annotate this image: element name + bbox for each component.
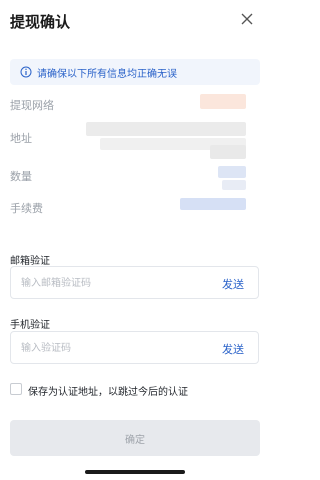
phone-verification-label: 手机验证 (10, 320, 50, 331)
address-value-blurred (86, 122, 246, 136)
phone-send-button[interactable]: 发送 (222, 341, 244, 357)
fee-label: 手续费 (10, 202, 43, 215)
save-address-label[interactable]: 保存为认证地址，以跳过今后的认证 (28, 383, 188, 398)
info-notice: 请确保以下所有信息均正确无误 (10, 59, 260, 85)
network-value-blurred (200, 94, 246, 109)
confirm-button-label: 确定 (125, 435, 145, 446)
phone-code-field: 发送 (10, 331, 259, 364)
withdraw-confirm-dialog: 提现确认 请确保以下所有信息均正确无误 提现网络 地址 数量 手续费 邮箱验证 … (0, 0, 270, 480)
info-icon (20, 66, 32, 78)
email-code-input[interactable] (21, 275, 201, 291)
notice-text: 请确保以下所有信息均正确无误 (37, 69, 177, 80)
amount-label: 数量 (10, 170, 32, 183)
email-send-button[interactable]: 发送 (222, 276, 244, 292)
confirm-button[interactable]: 确定 (10, 420, 260, 456)
save-address-checkbox[interactable] (10, 383, 22, 395)
fee-value-blurred (180, 198, 246, 210)
amount-value-blurred (218, 166, 246, 178)
amount-value-blurred-line2 (222, 180, 246, 190)
address-label: 地址 (10, 132, 32, 145)
close-icon[interactable] (240, 12, 254, 26)
address-value-blurred-line3 (210, 145, 246, 159)
network-label: 提现网络 (10, 99, 54, 112)
email-code-field: 发送 (10, 266, 259, 299)
phone-code-input[interactable] (21, 340, 201, 356)
home-indicator (85, 470, 185, 474)
dialog-header: 提现确认 (0, 0, 270, 42)
email-verification-label: 邮箱验证 (10, 256, 50, 267)
page-title: 提现确认 (10, 13, 71, 31)
